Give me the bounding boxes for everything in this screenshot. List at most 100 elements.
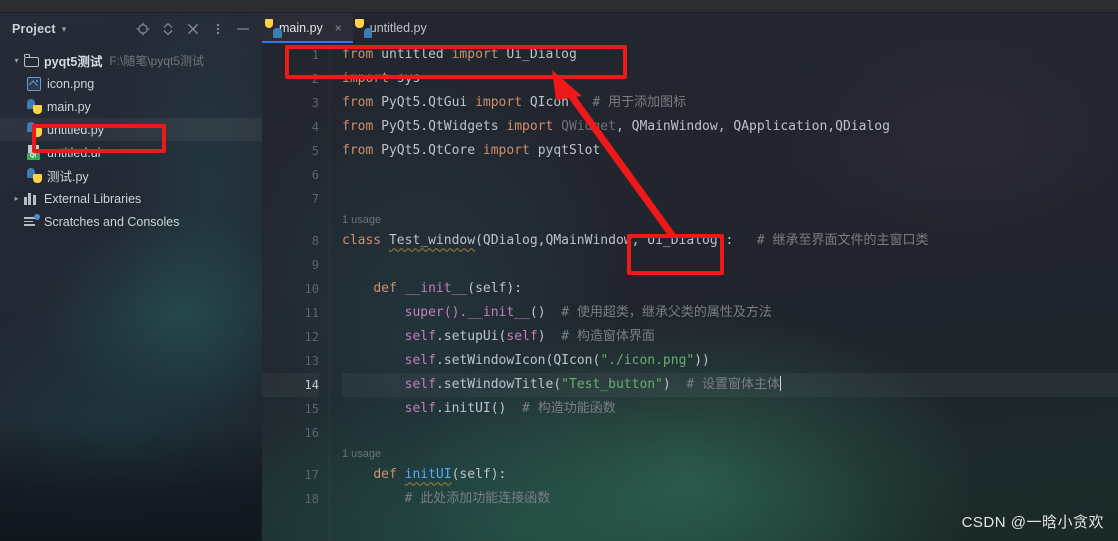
tree-node-icon-png[interactable]: icon.png [0,72,262,95]
project-tool-window-header: Project ▾ [0,13,262,45]
tree-node-label: Scratches and Consoles [44,214,180,229]
tab-main-py[interactable]: main.py × [262,13,353,43]
tree-node-label: untitled.ui [47,145,101,160]
class-name: Test_window [388,233,476,248]
line-number: 10 [304,282,319,296]
line-number: 9 [311,258,319,272]
image-file-icon [26,76,42,92]
more-options-icon[interactable] [211,22,225,36]
keyword-from: from [342,95,374,110]
tree-node-external-libraries[interactable]: ▸ External Libraries [0,187,262,210]
project-tree: ▾ pyqt5测试 F:\随笔\pyqt5测试 icon.png main.py [0,45,262,233]
line-number-current: 14 [262,373,319,397]
gutter-spacer [262,445,319,463]
line-number: 2 [311,72,319,86]
scratches-icon [23,214,40,230]
collapse-all-icon[interactable] [161,22,175,36]
close-icon[interactable] [186,22,200,36]
window-title-bar [0,0,1118,13]
line-number: 3 [311,96,319,110]
tree-node-ceshi-py[interactable]: 测试.py [0,164,262,187]
method-call: .initUI() [435,401,507,416]
tree-node-main-py[interactable]: main.py [0,95,262,118]
tab-untitled-py[interactable]: untitled.py [353,13,435,43]
project-sidebar: Project ▾ ▾ pyqt5测试 F:\随笔\pyqt5测试 icon.p… [0,13,262,541]
keyword-import: import [342,71,389,86]
minimize-icon[interactable] [236,22,250,36]
line-number: 16 [304,426,319,440]
self-keyword: self [404,353,436,368]
method-call: .setWindowTitle( [435,377,562,392]
line-number: 13 [304,354,319,368]
code-line-4: from PyQt5.QtWidgets import QWidget, QMa… [342,115,1118,139]
keyword-from: from [342,119,374,134]
close-icon[interactable]: × [332,22,345,35]
project-panel-title: Project [12,22,56,36]
init-method: .__init__ [459,305,530,320]
comment: # 构造功能函数 [522,401,616,416]
line-number: 8 [311,234,319,248]
code-line-16-empty [342,421,1118,445]
editor-area: main.py × untitled.py 1 2 3 4 5 6 7 8 9 [262,13,1118,541]
string-literal: "./icon.png" [600,353,695,368]
keyword-def: def [373,467,397,482]
locate-icon[interactable] [136,22,150,36]
imported-name: pyqtSlot [537,143,601,158]
line-number: 15 [304,402,319,416]
tree-node-untitled-ui[interactable]: Qt untitled.ui [0,141,262,164]
close-paren: ) [662,377,671,392]
tree-node-label: main.py [47,99,91,114]
tree-node-label: icon.png [47,76,95,91]
string-literal: "Test_button" [561,377,663,392]
keyword-from: from [342,143,374,158]
tree-node-path: F:\随笔\pyqt5测试 [109,54,205,68]
base-classes: (QDialog,QMainWindow, Ui_Dialog): [475,233,734,248]
chevron-down-icon[interactable]: ▾ [10,56,23,65]
module-name: untitled [381,47,444,62]
keyword-import: import [451,47,499,62]
tree-node-project-root[interactable]: ▾ pyqt5测试 F:\随笔\pyqt5测试 [0,49,262,72]
code-line-1: from untitled import Ui_Dialog [342,43,1118,67]
chevron-down-icon[interactable]: ▾ [62,24,67,34]
code-line-18: # 此处添加功能连接函数 [342,487,1118,511]
tree-node-label: untitled.py [47,122,104,137]
comment: # 用于添加图标 [592,95,687,110]
code-text[interactable]: from untitled import Ui_Dialog import sy… [330,43,1118,541]
self-arg: self [506,329,538,344]
inlay-hint-usage[interactable]: 1 usage [342,445,1118,463]
qt-ui-file-icon: Qt [26,145,42,161]
code-line-15: self.initUI() # 构造功能函数 [342,397,1118,421]
python-file-icon [26,99,42,115]
chevron-right-icon[interactable]: ▸ [10,194,23,203]
tab-label: main.py [279,21,323,35]
comment: # 设置窗体主体 [686,377,781,392]
tree-node-untitled-py[interactable]: untitled.py [0,118,262,141]
line-number: 18 [304,492,319,506]
imported-name: Ui_Dialog [506,47,577,62]
line-number: 6 [311,168,319,182]
code-line-14: self.setWindowTitle("Test_button") # 设置窗… [342,373,1118,397]
module-name: sys [396,71,421,86]
editor-tab-bar: main.py × untitled.py [262,13,1118,43]
line-number: 11 [304,306,319,320]
keyword-class: class [342,233,382,248]
code-line-5: from PyQt5.QtCore import pyqtSlot [342,139,1118,163]
code-line-10: def __init__(self): [342,277,1118,301]
line-number: 5 [311,144,319,158]
line-number-gutter[interactable]: 1 2 3 4 5 6 7 8 9 10 11 12 13 14 15 16 1… [262,43,330,541]
inlay-hint-usage[interactable]: 1 usage [342,211,1118,229]
self-keyword: self [404,401,436,416]
module-name: PyQt5.QtWidgets [381,119,499,134]
line-number: 1 [311,48,319,62]
tree-node-label: External Libraries [44,191,142,206]
function-name: initUI [404,467,452,482]
python-file-icon [26,122,42,138]
self-keyword: self [404,377,436,392]
tree-node-scratches-and-consoles[interactable]: Scratches and Consoles [0,210,262,233]
code-line-11: super().__init__() # 使用超类，继承父类的属性及方法 [342,301,1118,325]
super-call: super() [404,305,460,320]
code-view: 1 2 3 4 5 6 7 8 9 10 11 12 13 14 15 16 1… [262,43,1118,541]
gutter-spacer [262,211,319,229]
function-args: (self): [467,281,523,296]
self-keyword: self [404,329,436,344]
